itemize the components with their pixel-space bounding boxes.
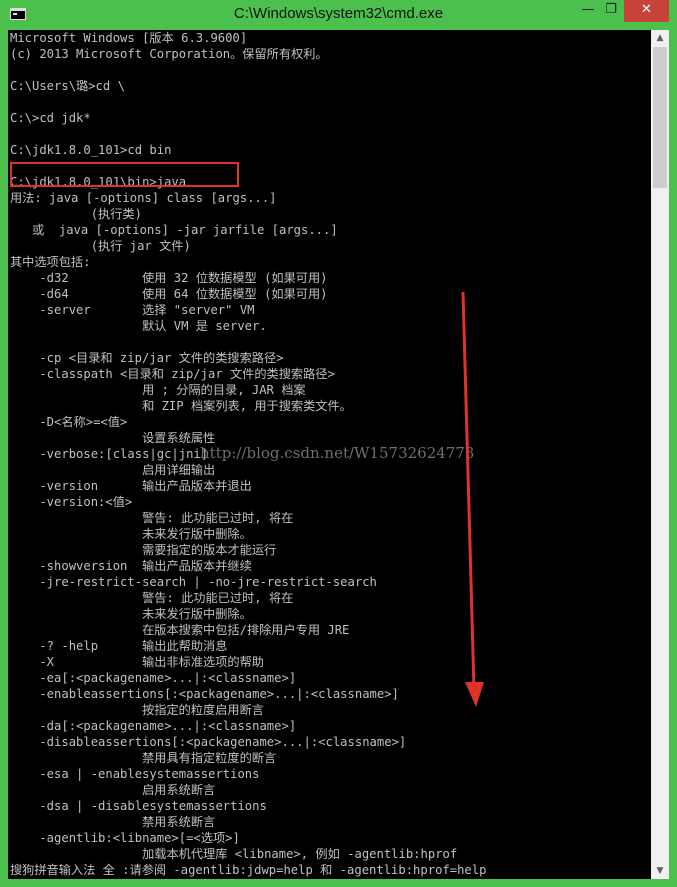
console-output[interactable]: 搜狗拼音输入法 全 :请参阅 -agentlib:jdwp=help 和 -ag…	[8, 30, 651, 879]
console-line: 在版本搜索中包括/排除用户专用 JRE	[10, 623, 350, 637]
vertical-scrollbar[interactable]: ▲ ▼	[651, 30, 669, 879]
watermark: http://blog.csdn.net/W15732624773	[200, 444, 475, 462]
console-line: 默认 VM 是 server.	[10, 319, 267, 333]
console-line: (c) 2013 Microsoft Corporation。保留所有权利。	[10, 47, 328, 61]
arrow-head	[465, 682, 484, 707]
console-line: 其中选项包括:	[10, 255, 91, 269]
console-line: (执行 jar 文件)	[10, 239, 191, 253]
console-line: -ea[:<packagename>...|:<classname>]	[10, 671, 297, 685]
console-line: -da[:<packagename>...|:<classname>]	[10, 719, 297, 733]
scroll-thumb[interactable]	[653, 47, 667, 188]
console-line: C:\Users\璐>cd \	[10, 79, 125, 93]
console-line: 未来发行版中删除。	[10, 607, 252, 621]
console-line: -version 输出产品版本并退出	[10, 479, 252, 493]
cmd-window: C:\Windows\system32\cmd.exe — ❐ ✕ 搜狗拼音输入…	[0, 0, 677, 887]
console-line: -agentlib:<libname>[=<选项>]	[10, 831, 240, 845]
console-line: -showversion 输出产品版本并继续	[10, 559, 252, 573]
console-line: 用 ; 分隔的目录, JAR 档案	[10, 383, 306, 397]
console-line: -dsa | -disablesystemassertions	[10, 799, 267, 813]
console-line: 加载本机代理库 <libname>, 例如 -agentlib:hprof	[10, 847, 458, 861]
console-line: 禁用系统断言	[10, 815, 216, 829]
console-line: 或 java [-options] -jar jarfile [args...]	[10, 223, 338, 237]
console-line: -d64 使用 64 位数据模型 (如果可用)	[10, 287, 328, 301]
console-line: 启用系统断言	[10, 783, 216, 797]
title-bar[interactable]: C:\Windows\system32\cmd.exe — ❐ ✕	[0, 0, 677, 30]
scroll-down-icon[interactable]: ▼	[651, 863, 669, 879]
console-line: -D<名称>=<值>	[10, 415, 128, 429]
scroll-up-icon[interactable]: ▲	[651, 30, 669, 46]
console-line: 搜狗拼音输入法 全 :请参阅 -agentlib:jdwp=help 和 -ag…	[10, 863, 487, 877]
console-line: -server 选择 "server" VM	[10, 303, 255, 317]
console-line: C:\jdk1.8.0_101>cd bin	[10, 143, 172, 157]
console-line: -classpath <目录和 zip/jar 文件的类搜索路径>	[10, 367, 335, 381]
console-line: -verbose:[class|gc|jni]	[10, 447, 209, 461]
console-line: 警告: 此功能已过时, 将在	[10, 591, 294, 605]
console-line: 用法: java [-options] class [args...]	[10, 191, 277, 205]
console-line: Microsoft Windows [版本 6.3.9600]	[10, 31, 248, 45]
console-line: 警告: 此功能已过时, 将在	[10, 511, 294, 525]
console-line: -disableassertions[:<packagename>...|:<c…	[10, 735, 407, 749]
command-highlight-box	[10, 162, 239, 187]
console-line: -jre-restrict-search | -no-jre-restrict-…	[10, 575, 377, 589]
console-line: -cp <目录和 zip/jar 文件的类搜索路径>	[10, 351, 284, 365]
console-line: (执行类)	[10, 207, 142, 221]
console-line: -d32 使用 32 位数据模型 (如果可用)	[10, 271, 328, 285]
arrow-shaft	[461, 291, 476, 691]
console-line: 启用详细输出	[10, 463, 216, 477]
console-line: 设置系统属性	[10, 431, 216, 445]
console-line: 需要指定的版本才能运行	[10, 543, 277, 557]
console-line: 禁用具有指定粒度的断言	[10, 751, 277, 765]
close-button[interactable]: ✕	[624, 0, 669, 22]
console-line: -esa | -enablesystemassertions	[10, 767, 260, 781]
maximize-button[interactable]: ❐	[598, 0, 624, 22]
console-line: -enableassertions[:<packagename>...|:<cl…	[10, 687, 399, 701]
console-line: 未来发行版中删除。	[10, 527, 252, 541]
console-line: -? -help 输出此帮助消息	[10, 639, 228, 653]
console-line: -version:<值>	[10, 495, 133, 509]
down-arrow-annotation	[461, 291, 484, 707]
console-line: C:\>cd jdk*	[10, 111, 91, 125]
console-line: -X 输出非标准选项的帮助	[10, 655, 264, 669]
console-line: 按指定的粒度启用断言	[10, 703, 264, 717]
console-line: 和 ZIP 档案列表, 用于搜索类文件。	[10, 399, 352, 413]
